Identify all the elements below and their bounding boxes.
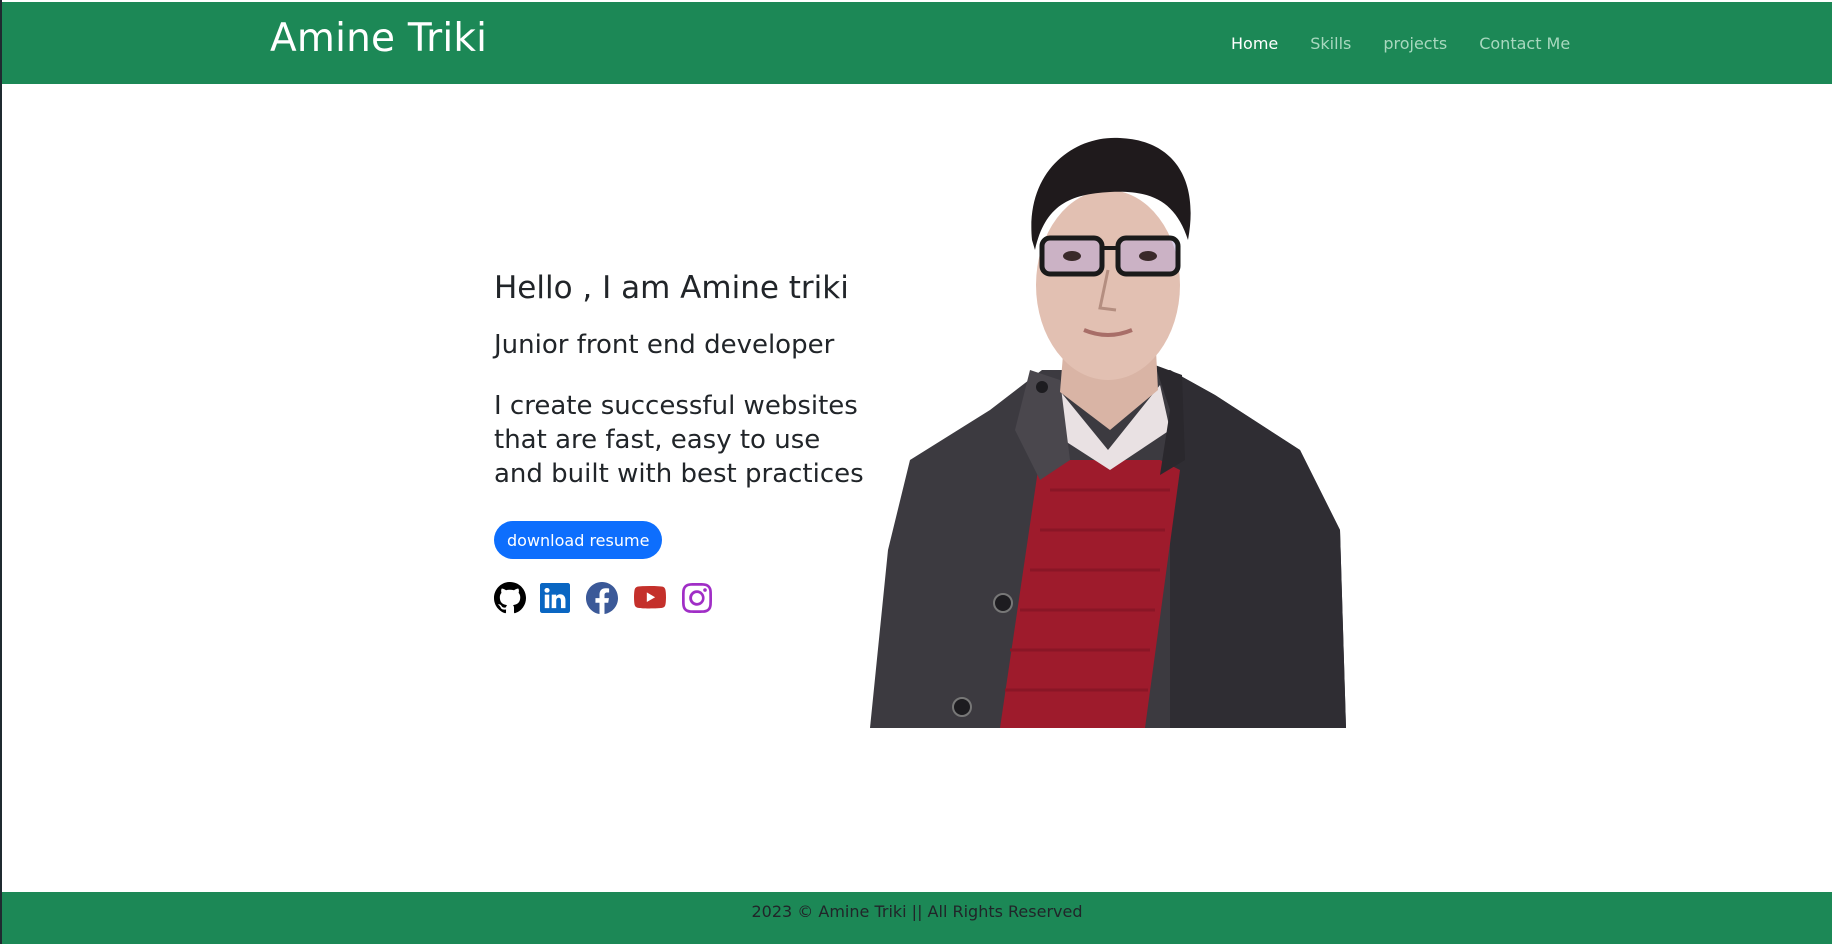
hero-greeting: Hello , I am Amine triki: [494, 270, 849, 306]
social-links: [494, 581, 728, 615]
profile-photo-illustration: [870, 137, 1346, 728]
nav-links: Home Skills projects Contact Me: [1231, 34, 1602, 53]
brand-logo-link[interactable]: Amine Triki: [270, 16, 487, 61]
instagram-link[interactable]: [682, 582, 714, 614]
profile-photo: [870, 130, 1346, 728]
nav-link-contact[interactable]: Contact Me: [1479, 34, 1570, 53]
youtube-link[interactable]: [632, 582, 668, 614]
navbar: Amine Triki Home Skills projects Contact…: [2, 2, 1832, 84]
page: Amine Triki Home Skills projects Contact…: [0, 0, 1832, 944]
facebook-icon: [585, 581, 618, 615]
github-icon: [494, 582, 526, 614]
hero-section: Hello , I am Amine triki Junior front en…: [494, 268, 864, 615]
hero-role: Junior front end developer: [494, 330, 835, 360]
youtube-icon: [634, 585, 666, 609]
instagram-icon: [682, 583, 712, 613]
footer-copyright: 2023 © Amine Triki || All Rights Reserve…: [751, 902, 1083, 921]
github-link[interactable]: [494, 582, 526, 614]
linkedin-link[interactable]: [540, 582, 572, 614]
nav-link-home[interactable]: Home: [1231, 34, 1278, 53]
hero-tagline-line: I create successful websites: [494, 391, 858, 421]
nav-link-projects[interactable]: projects: [1383, 34, 1447, 53]
hero-tagline: I create successful websites that are fa…: [494, 389, 864, 491]
nav-link-skills[interactable]: Skills: [1310, 34, 1351, 53]
hero-tagline-line: that are fast, easy to use: [494, 425, 821, 455]
facebook-link[interactable]: [585, 581, 618, 615]
hero-tagline-line: and built with best practices: [494, 459, 864, 489]
download-resume-button[interactable]: download resume: [494, 521, 663, 559]
linkedin-icon: [540, 583, 570, 613]
footer: 2023 © Amine Triki || All Rights Reserve…: [2, 892, 1832, 944]
